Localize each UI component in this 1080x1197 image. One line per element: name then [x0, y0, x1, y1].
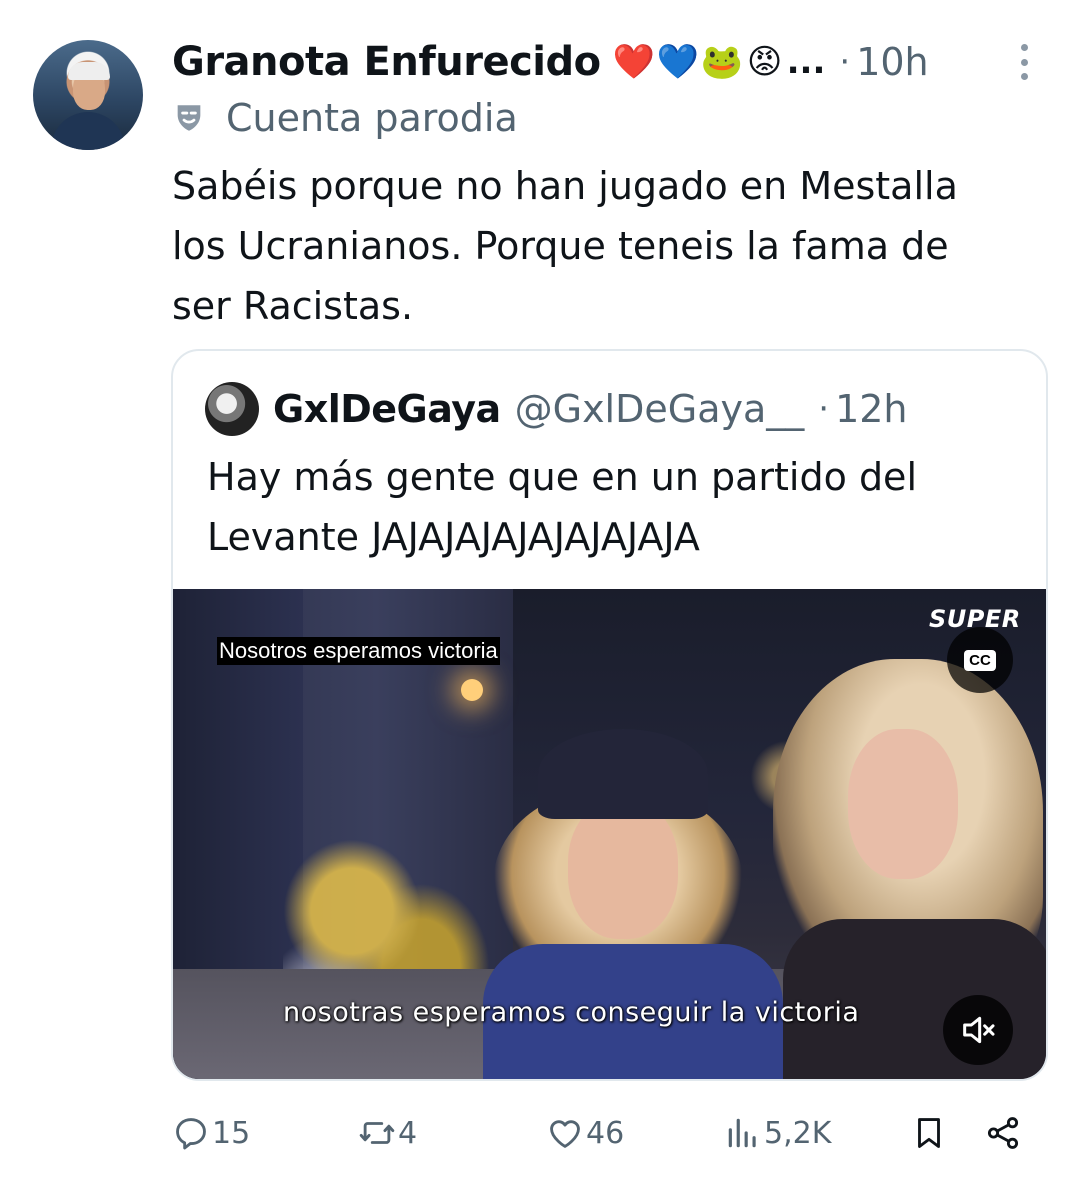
parody-label: Cuenta parodia [226, 96, 518, 140]
views-count: 5,2K [764, 1115, 832, 1151]
quote-header: GxlDeGaya @GxlDeGaya__ · 12h [205, 381, 908, 437]
author-avatar[interactable] [33, 40, 143, 150]
repost-button[interactable]: 4 [358, 1106, 417, 1160]
quote-time[interactable]: 12h [835, 387, 907, 431]
burned-in-subtitle: nosotras esperamos conseguir la victoria [283, 997, 860, 1028]
heart-icon [550, 1120, 580, 1148]
quote-author-avatar[interactable] [205, 382, 259, 436]
tweet-actions-bar: 15 4 46 5,2K [172, 1106, 1032, 1160]
person-face [848, 729, 958, 879]
tweet-text: Sabéis porque no han jugado en Mestalla … [172, 164, 958, 328]
bookmark-button[interactable] [910, 1106, 948, 1160]
video-person-left [483, 729, 783, 1079]
share-button[interactable] [984, 1106, 1022, 1160]
volume-muted-icon [963, 1016, 995, 1044]
video-street-light [461, 679, 483, 701]
views-icon [728, 1118, 756, 1148]
quote-text: Hay más gente que en un partido del Leva… [207, 455, 917, 559]
more-dot [1020, 44, 1028, 51]
share-icon [987, 1117, 1019, 1149]
quoted-tweet[interactable]: GxlDeGaya @GxlDeGaya__ · 12h Hay más gen… [171, 349, 1048, 1081]
tweet-header: Granota Enfurecido ❤️ 💙 🐸 😡 ... · 10h [172, 36, 1080, 88]
parody-badge: Cuenta parodia [172, 94, 518, 142]
reply-icon [176, 1118, 206, 1150]
more-dot [1020, 73, 1028, 80]
angry-face-emoji: 😡 [746, 42, 783, 82]
name-emojis: ❤️ 💙 🐸 😡 [613, 42, 785, 82]
closed-captions-icon: CC [964, 649, 996, 671]
more-dot [1020, 58, 1028, 66]
video-player[interactable]: Nosotros esperamos victoria nosotras esp… [173, 589, 1046, 1079]
theater-mask-icon [177, 105, 201, 131]
tweet-time[interactable]: 10h [856, 40, 928, 84]
like-count: 46 [586, 1115, 625, 1151]
author-display-name[interactable]: Granota Enfurecido [172, 39, 601, 85]
closed-caption-top: Nosotros esperamos victoria [217, 637, 500, 665]
person-cap [538, 729, 708, 819]
mute-button[interactable] [943, 995, 1013, 1065]
more-vertical-icon[interactable] [1014, 44, 1034, 80]
reply-count: 15 [212, 1115, 251, 1151]
quote-author-handle[interactable]: @GxlDeGaya__ [515, 387, 805, 431]
separator-dot: · [818, 389, 830, 429]
name-ellipsis: ... [786, 42, 826, 82]
person-face [568, 799, 678, 939]
repost-icon [359, 1122, 395, 1144]
repost-count: 4 [398, 1115, 418, 1151]
separator-dot: · [839, 42, 851, 82]
reply-button[interactable]: 15 [172, 1106, 250, 1160]
red-heart-emoji: ❤️ [612, 42, 655, 82]
quote-author-name[interactable]: GxlDeGaya [273, 387, 501, 431]
frog-emoji: 🐸 [700, 42, 743, 82]
closed-captions-button[interactable]: CC [947, 627, 1013, 693]
avatar-shirt [51, 112, 125, 150]
views-button[interactable]: 5,2K [724, 1106, 831, 1160]
blue-heart-emoji: 💙 [656, 42, 699, 82]
avatar-cap [68, 62, 110, 80]
bookmark-icon [918, 1118, 940, 1148]
like-button[interactable]: 46 [546, 1106, 624, 1160]
